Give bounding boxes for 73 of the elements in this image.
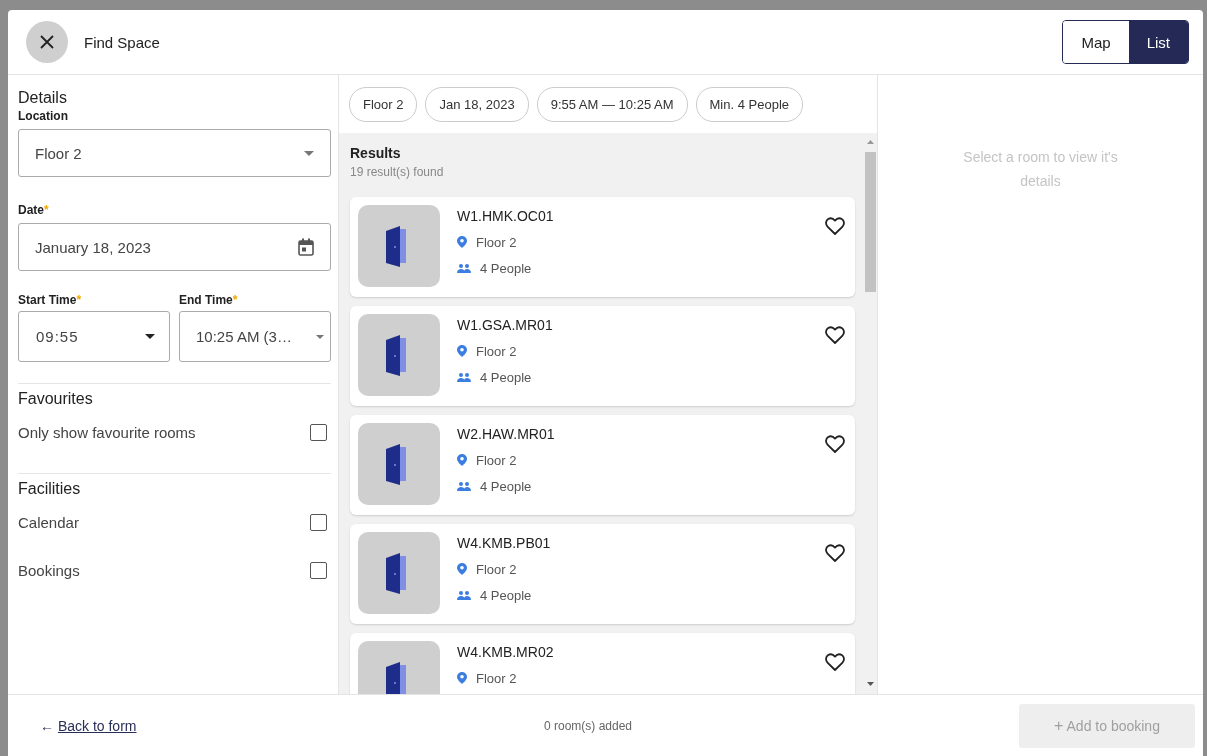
- filter-chip[interactable]: Min. 4 People: [695, 86, 803, 122]
- empty-state-hint: Select a room to view it's details: [962, 148, 1119, 191]
- heart-icon[interactable]: [825, 217, 845, 235]
- date-field[interactable]: January 18, 2023: [18, 223, 331, 271]
- door-icon: [358, 423, 440, 505]
- door-icon: [358, 532, 440, 614]
- filter-chip[interactable]: Floor 2: [349, 86, 418, 122]
- people-icon: [457, 372, 471, 382]
- checkbox[interactable]: [310, 561, 327, 579]
- checkbox[interactable]: [310, 513, 327, 531]
- dropdown-icon: [304, 150, 314, 156]
- section-heading: Details: [18, 89, 68, 107]
- room-name: W1.HMK.OC01: [457, 208, 554, 224]
- room-floor: Floor 2: [476, 452, 517, 468]
- room-floor: Floor 2: [476, 670, 517, 686]
- field-label: Start Time*: [18, 293, 83, 307]
- room-card[interactable]: W1.HMK.OC01 Floor 2 4 People: [350, 197, 855, 297]
- room-card[interactable]: W4.KMB.PB01 Floor 2 4 People: [350, 524, 855, 624]
- location-select[interactable]: Floor 2: [18, 129, 331, 177]
- field-label: End Time*: [179, 293, 239, 307]
- room-card[interactable]: W1.GSA.MR01 Floor 2 4 People: [350, 306, 855, 406]
- rooms-added-count: 0 room(s) added: [544, 718, 633, 733]
- results-count: 19 result(s) found: [350, 165, 445, 179]
- room-name: W2.HAW.MR01: [457, 426, 555, 442]
- room-floor: Floor 2: [476, 343, 517, 359]
- scroll-down-icon[interactable]: [866, 682, 874, 686]
- door-icon: [358, 205, 440, 287]
- location-pin-icon: [457, 454, 467, 466]
- calendar-icon: [298, 238, 314, 256]
- dropdown-icon: [145, 334, 155, 339]
- room-floor: Floor 2: [476, 561, 517, 577]
- people-icon: [457, 590, 471, 600]
- heart-icon[interactable]: [825, 653, 845, 671]
- room-capacity: 4 People: [480, 369, 532, 385]
- location-pin-icon: [457, 672, 467, 684]
- room-capacity: 4 People: [480, 260, 532, 276]
- room-capacity: 4 People: [480, 478, 532, 494]
- scrollbar-thumb[interactable]: [864, 152, 876, 292]
- option-label: Only show favourite rooms: [18, 423, 196, 441]
- dropdown-icon: [316, 334, 324, 339]
- people-icon: [457, 263, 471, 273]
- section-heading: Favourites: [18, 390, 94, 408]
- filter-chip[interactable]: Jan 18, 2023: [425, 86, 529, 122]
- room-card[interactable]: W4.KMB.MR02 Floor 2: [350, 633, 855, 694]
- results-heading: Results: [350, 145, 402, 161]
- room-floor: Floor 2: [476, 234, 517, 250]
- people-icon: [457, 481, 471, 491]
- room-name: W1.GSA.MR01: [457, 317, 553, 333]
- end-time-select[interactable]: 10:25 AM (3…: [179, 311, 331, 362]
- room-name: W4.KMB.MR02: [457, 644, 554, 660]
- checkbox[interactable]: [310, 423, 327, 441]
- heart-icon[interactable]: [825, 435, 845, 453]
- close-icon: [40, 35, 54, 49]
- heart-icon[interactable]: [825, 544, 845, 562]
- dialog-title: Find Space: [84, 33, 160, 51]
- section-heading: Facilities: [18, 480, 82, 498]
- location-pin-icon: [457, 345, 467, 357]
- location-pin-icon: [457, 563, 467, 575]
- view-tab[interactable]: List: [1128, 21, 1188, 63]
- option-label: Calendar: [18, 513, 79, 531]
- room-card[interactable]: W2.HAW.MR01 Floor 2 4 People: [350, 415, 855, 515]
- filter-chip[interactable]: 9:55 AM — 10:25 AM: [536, 86, 688, 122]
- location-pin-icon: [457, 236, 467, 248]
- start-time-select[interactable]: 09:55: [18, 311, 170, 362]
- close-button[interactable]: [26, 21, 68, 63]
- room-capacity: 4 People: [480, 587, 532, 603]
- back-link[interactable]: ← Back to form: [40, 717, 137, 734]
- option-label: Bookings: [18, 561, 80, 579]
- room-name: W4.KMB.PB01: [457, 535, 551, 551]
- field-label: Date*: [18, 203, 50, 217]
- field-label: Location: [18, 109, 69, 123]
- heart-icon[interactable]: [825, 326, 845, 344]
- door-icon: [358, 314, 440, 396]
